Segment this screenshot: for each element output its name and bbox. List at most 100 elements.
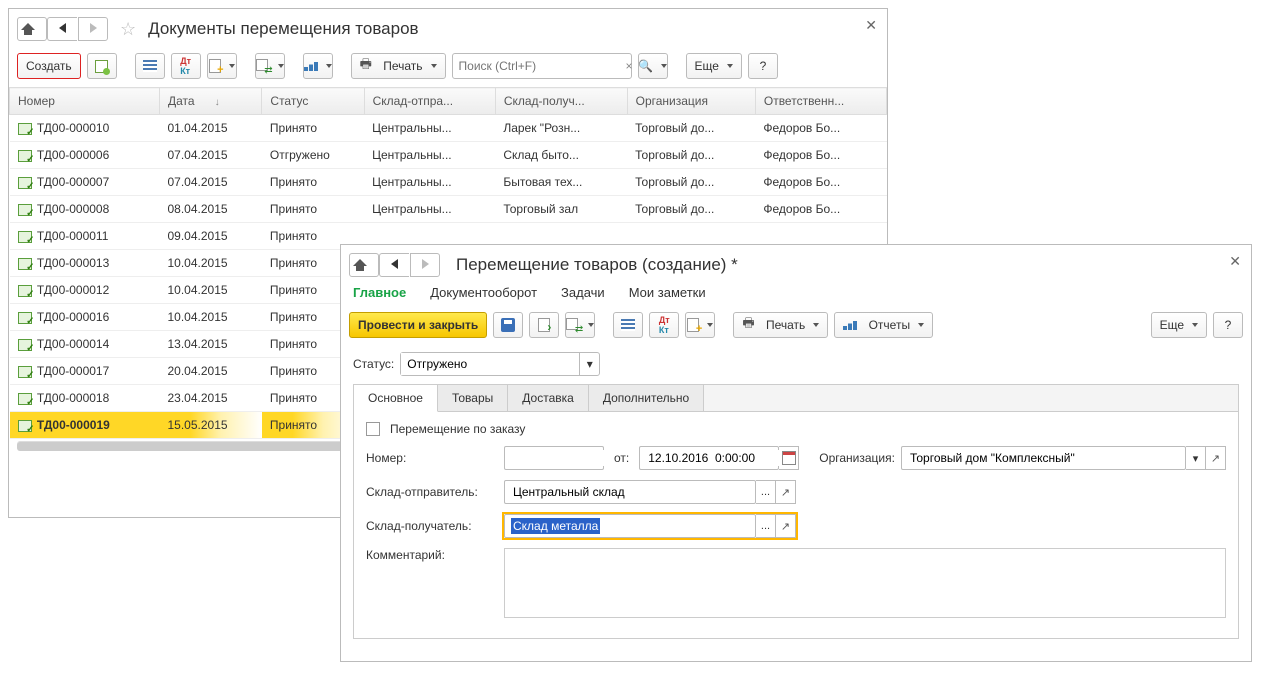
- dialog-more-button[interactable]: Еще: [1151, 312, 1207, 338]
- comment-label: Комментарий:: [366, 548, 498, 562]
- doc-swap-dropdown[interactable]: [255, 53, 285, 79]
- favorite-icon[interactable]: ☆: [120, 19, 136, 40]
- dialog-titlebar: Перемещение товаров (создание) * ✕: [341, 245, 1251, 285]
- close-button[interactable]: ✕: [865, 17, 877, 34]
- subtab-delivery[interactable]: Доставка: [508, 385, 589, 411]
- table-row[interactable]: ТД00-00000808.04.2015ПринятоЦентральны..…: [10, 196, 887, 223]
- by-order-label: Перемещение по заказу: [390, 422, 525, 436]
- print-icon: [360, 55, 372, 77]
- dialog-close-button[interactable]: ✕: [1229, 253, 1241, 270]
- reports-icon: [304, 61, 318, 71]
- by-order-checkbox[interactable]: [366, 422, 380, 436]
- wh-from-input[interactable]: [511, 484, 749, 500]
- dialog-home-button[interactable]: [349, 253, 379, 277]
- wh-to-label: Склад-получатель:: [366, 519, 498, 533]
- home-button[interactable]: [17, 17, 47, 41]
- dialog-print-dropdown[interactable]: Печать: [733, 312, 828, 338]
- doc-swap-icon: [566, 318, 580, 332]
- status-input[interactable]: [401, 353, 579, 375]
- status-combo[interactable]: ▾: [400, 352, 600, 376]
- create-button[interactable]: Создать: [17, 53, 81, 79]
- tab-main[interactable]: Главное: [353, 285, 406, 302]
- doc-status-icon: [18, 339, 32, 351]
- date-calendar-button[interactable]: [779, 446, 799, 470]
- copy-button[interactable]: [87, 53, 117, 79]
- col-status[interactable]: Статус: [262, 88, 364, 115]
- arrow-right-icon: [90, 22, 97, 36]
- subtab-goods[interactable]: Товары: [438, 385, 508, 411]
- org-select-button[interactable]: ▾: [1186, 446, 1206, 470]
- search-options[interactable]: [638, 53, 668, 79]
- col-wh-to[interactable]: Склад-получ...: [495, 88, 627, 115]
- dtkt-button[interactable]: ДтКт: [171, 53, 201, 79]
- arrow-left-icon: [59, 22, 66, 36]
- reports-icon: [843, 320, 857, 330]
- col-wh-from[interactable]: Склад-отпра...: [364, 88, 495, 115]
- dialog-nav-forward[interactable]: [410, 253, 440, 277]
- doc-status-icon: [18, 393, 32, 405]
- table-row[interactable]: ТД00-00001001.04.2015ПринятоЦентральны..…: [10, 115, 887, 142]
- doc-status-icon: [18, 420, 32, 432]
- wh-from-select-button[interactable]: ...: [756, 480, 776, 504]
- dialog-toolbar: Провести и закрыть ДтКт Печать Отчеты Ещ…: [341, 308, 1251, 346]
- org-input[interactable]: [908, 450, 1179, 466]
- table-row[interactable]: ТД00-00000707.04.2015ПринятоЦентральны..…: [10, 169, 887, 196]
- wh-to-input-wrap: Склад металла: [504, 514, 756, 538]
- reports-label: Отчеты: [869, 318, 910, 332]
- subtab-additional[interactable]: Дополнительно: [589, 385, 704, 411]
- col-org[interactable]: Организация: [627, 88, 755, 115]
- tab-notes[interactable]: Мои заметки: [629, 285, 706, 302]
- nav-back[interactable]: [47, 17, 77, 41]
- doc-status-icon: [18, 312, 32, 324]
- list-button[interactable]: [135, 53, 165, 79]
- save-button[interactable]: [493, 312, 523, 338]
- wh-to-input[interactable]: Склад металла: [511, 518, 600, 534]
- tab-tasks[interactable]: Задачи: [561, 285, 605, 302]
- save-icon: [501, 318, 515, 332]
- doc-add-dropdown[interactable]: [207, 53, 237, 79]
- help-button[interactable]: ?: [748, 53, 778, 79]
- status-label: Статус:: [353, 357, 394, 371]
- search-clear[interactable]: ×: [620, 59, 639, 73]
- doc-status-icon: [18, 204, 32, 216]
- nav-forward[interactable]: [78, 17, 108, 41]
- magnify-icon: [638, 59, 653, 73]
- print-label: Печать: [766, 318, 805, 332]
- doc-add-icon: [209, 59, 221, 73]
- sort-icon: ↓: [215, 97, 220, 108]
- wh-from-open-button[interactable]: [776, 480, 796, 504]
- doc-swap-dropdown[interactable]: [565, 312, 595, 338]
- more-button[interactable]: Еще: [686, 53, 742, 79]
- reports-dropdown[interactable]: Отчеты: [834, 312, 933, 338]
- dialog-nav-back[interactable]: [379, 253, 409, 277]
- col-number[interactable]: Номер: [10, 88, 160, 115]
- home-icon: [21, 22, 43, 36]
- table-row[interactable]: ТД00-00000607.04.2015ОтгруженоЦентральны…: [10, 142, 887, 169]
- subtab-main[interactable]: Основное: [354, 385, 438, 412]
- dialog-help-button[interactable]: ?: [1213, 312, 1243, 338]
- col-date[interactable]: Дата↓: [160, 88, 262, 115]
- search-input[interactable]: [453, 59, 620, 73]
- print-dropdown[interactable]: Печать: [351, 53, 446, 79]
- doc-add-dropdown[interactable]: [685, 312, 715, 338]
- post-and-close-button[interactable]: Провести и закрыть: [349, 312, 487, 338]
- wh-to-select-button[interactable]: ...: [756, 514, 776, 538]
- form-area: Статус: ▾ Основное Товары Доставка Допол…: [341, 346, 1251, 651]
- search-box[interactable]: ×: [452, 53, 632, 79]
- reports-dropdown[interactable]: [303, 53, 333, 79]
- from-label: от:: [614, 451, 629, 465]
- calendar-icon: [782, 451, 796, 465]
- status-arrow[interactable]: ▾: [579, 353, 599, 375]
- col-resp[interactable]: Ответственн...: [755, 88, 886, 115]
- comment-input[interactable]: [504, 548, 1226, 618]
- dtkt-button[interactable]: ДтКт: [649, 312, 679, 338]
- doc-status-icon: [18, 177, 32, 189]
- dtkt-icon: ДтКт: [659, 315, 670, 335]
- wh-from-label: Склад-отправитель:: [366, 485, 498, 499]
- post-button[interactable]: [529, 312, 559, 338]
- tab-docflow[interactable]: Документооборот: [430, 285, 537, 302]
- org-open-button[interactable]: [1206, 446, 1226, 470]
- list-button[interactable]: [613, 312, 643, 338]
- open-icon: [781, 486, 790, 499]
- wh-to-open-button[interactable]: [776, 514, 796, 538]
